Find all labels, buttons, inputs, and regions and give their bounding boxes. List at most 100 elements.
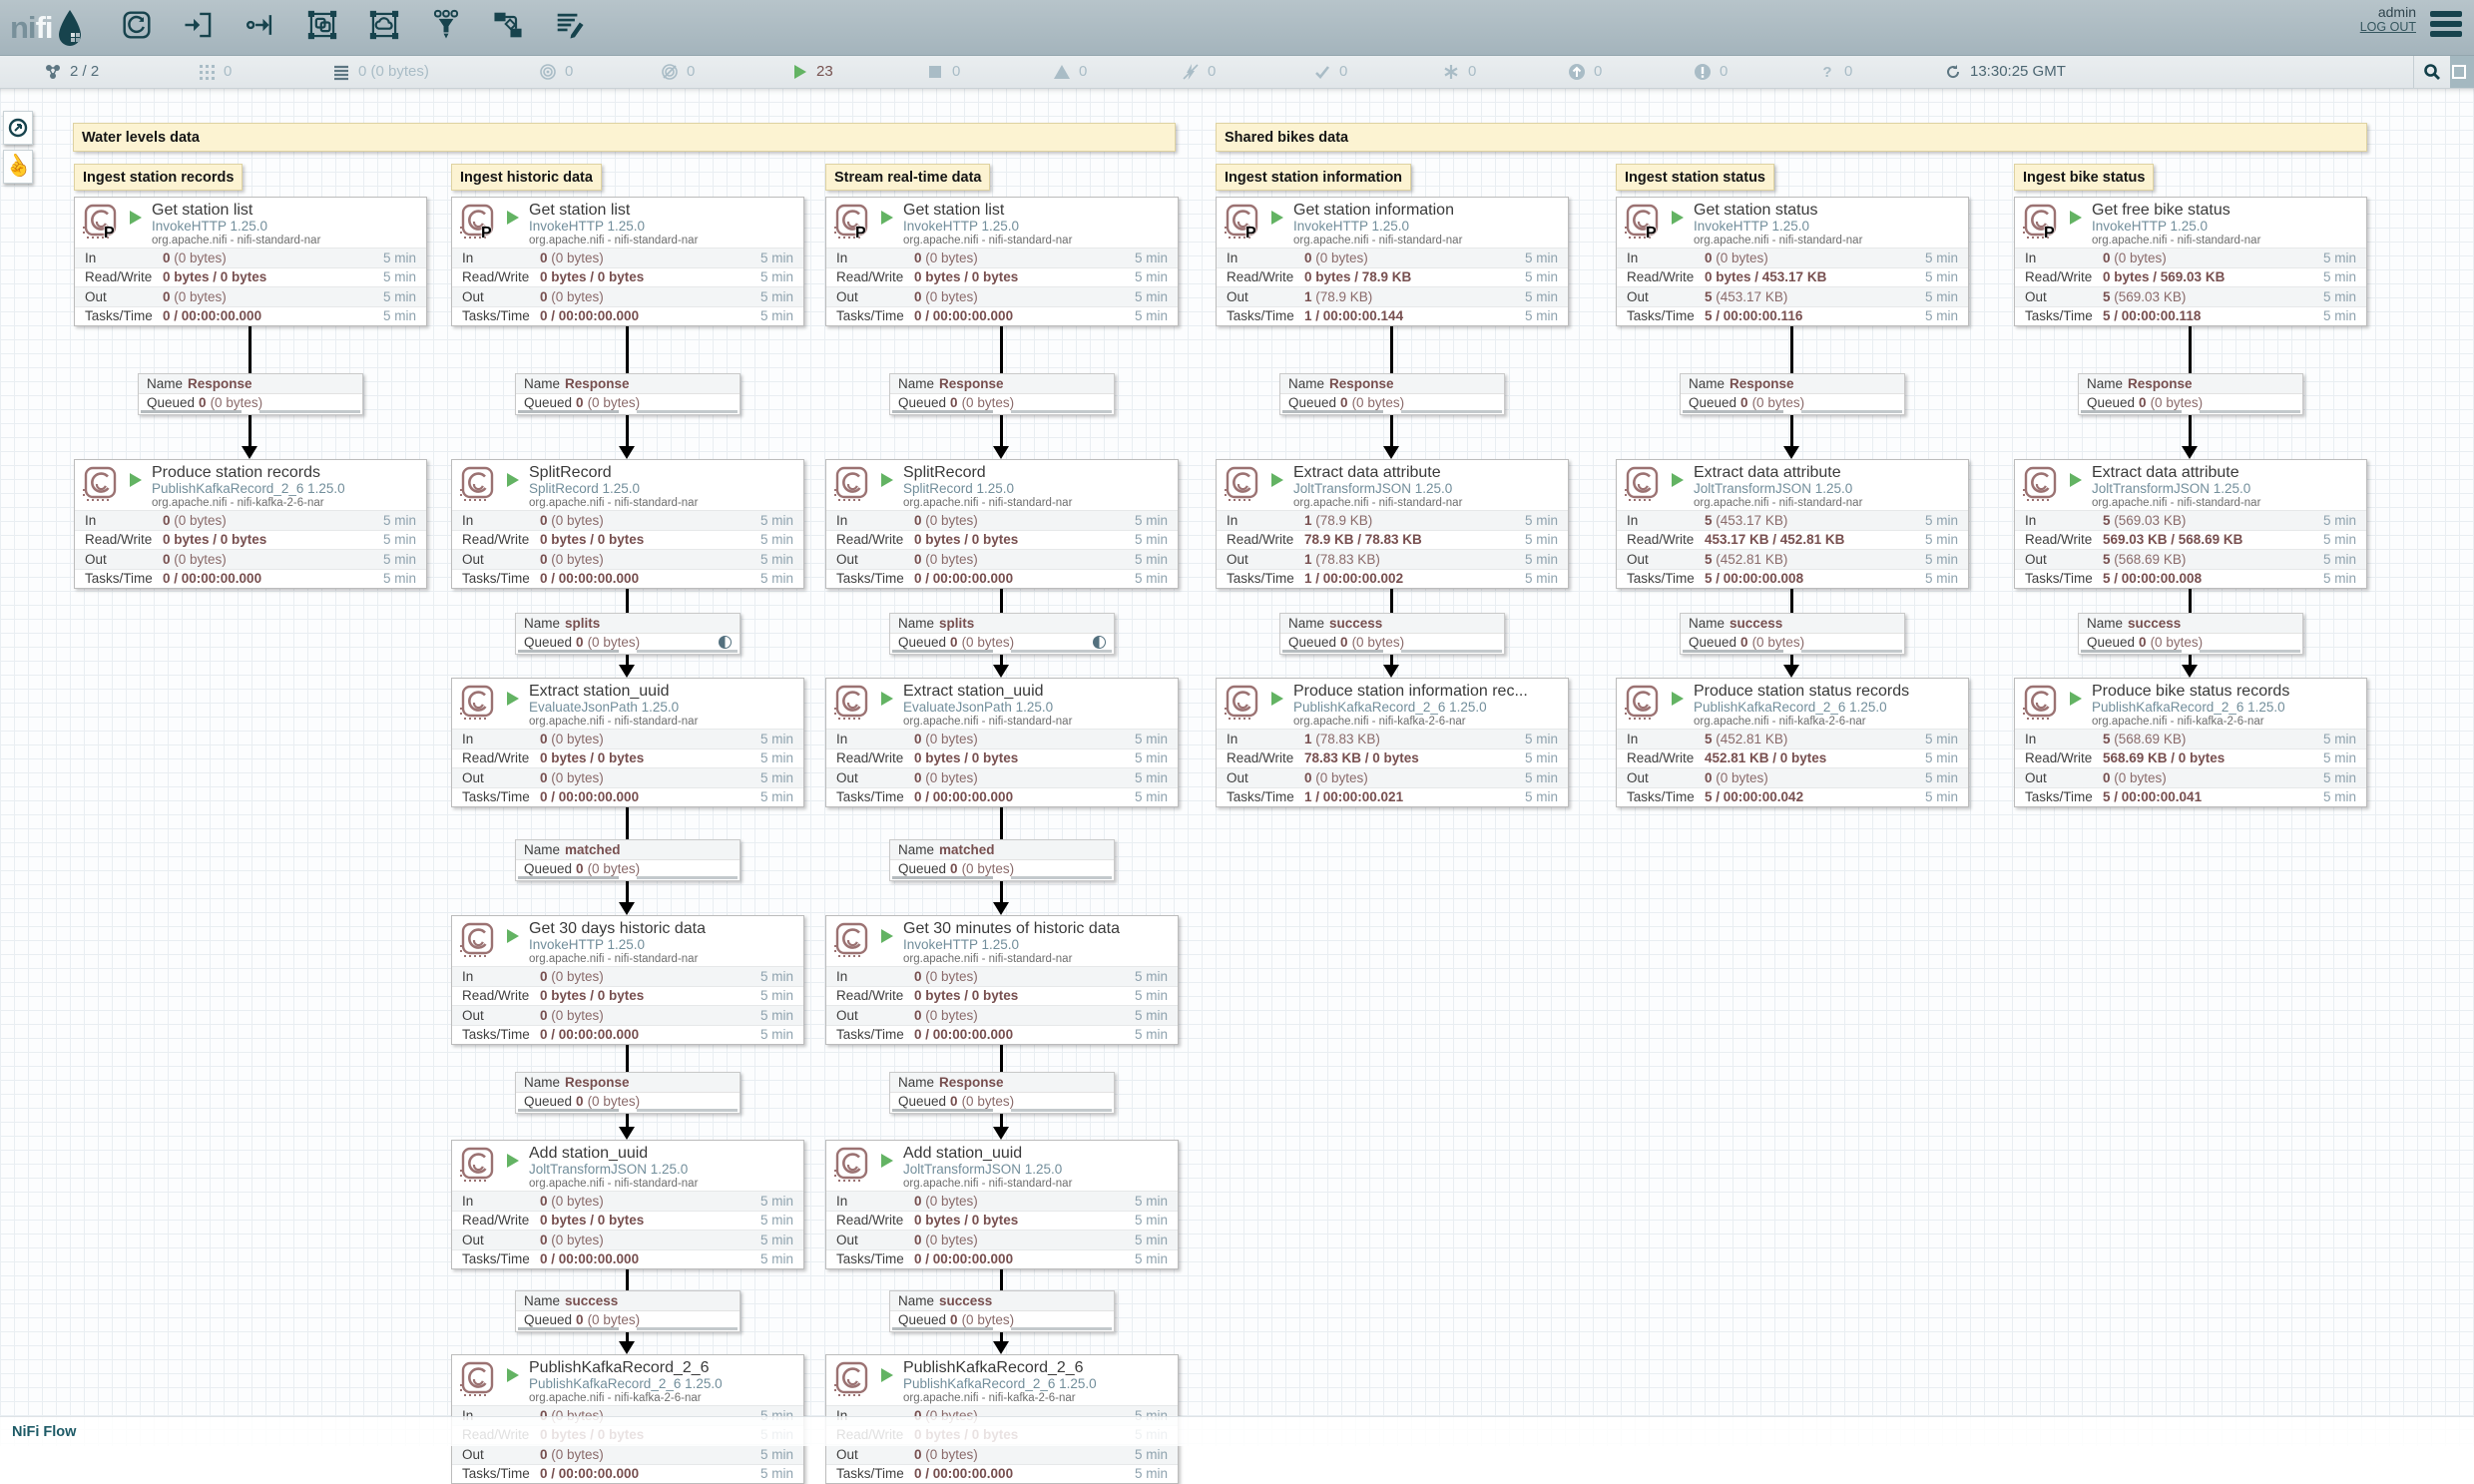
breadcrumb[interactable]: NiFi Flow <box>12 1424 76 1440</box>
queued-label: Queued <box>898 1312 946 1327</box>
connection-label[interactable]: NamesuccessQueued0(0 bytes) <box>2078 613 2303 655</box>
stat-value-rest: (0 bytes) <box>1716 770 1768 785</box>
stat-value: 0 bytes / 0 bytes <box>540 269 760 284</box>
flow-canvas[interactable]: Water levels data Shared bikes data Ingest… <box>0 88 2474 1446</box>
group-label[interactable]: Water levels data <box>73 123 1176 152</box>
connection-label[interactable]: NameResponseQueued0(0 bytes) <box>1680 373 1905 415</box>
stat-value-rest: (0 bytes) <box>174 250 227 265</box>
processor[interactable]: Produce station information rec...Publis… <box>1216 678 1569 807</box>
queue-count-bar <box>518 410 619 413</box>
toolbar-funnel-button[interactable] <box>427 8 465 46</box>
connection-name-label: Name <box>147 376 183 391</box>
processor[interactable]: Add station_uuidJoltTransformJSON 1.25.0… <box>451 1140 804 1269</box>
processor[interactable]: Get 30 minutes of historic dataInvokeHTT… <box>825 915 1179 1045</box>
connection-label[interactable]: NameResponseQueued0(0 bytes) <box>138 373 363 415</box>
processor[interactable]: SplitRecordSplitRecord 1.25.0org.apache.… <box>451 459 804 589</box>
connection-label[interactable]: NamematchedQueued0(0 bytes) <box>889 839 1115 881</box>
refresh-status[interactable]: 13:30:25 GMT <box>1944 55 2066 88</box>
column-label[interactable]: Ingest historic data <box>451 164 602 191</box>
column-label[interactable]: Ingest station status <box>1616 164 1774 191</box>
connection-label[interactable]: NamesplitsQueued0(0 bytes) <box>515 613 741 655</box>
birdseye-toggle[interactable] <box>2450 55 2474 88</box>
stat-value: 0 bytes / 0 bytes <box>914 988 1135 1003</box>
toolbar-remote-process-group-button[interactable] <box>365 8 403 46</box>
run-status-icon <box>507 1154 519 1168</box>
processor[interactable]: Extract data attributeJoltTransformJSON … <box>1216 459 1569 589</box>
queue-count-bar <box>518 1327 619 1330</box>
column-label[interactable]: Stream real-time data <box>825 164 990 191</box>
stat-label: Read/Write <box>2025 750 2103 765</box>
stat-value: 0 (0 bytes) <box>914 513 1135 528</box>
stat-window: 5 min <box>2323 250 2356 265</box>
connection-label[interactable]: NameResponseQueued0(0 bytes) <box>515 1072 741 1114</box>
processor[interactable]: Get 30 days historic dataInvokeHTTP 1.25… <box>451 915 804 1045</box>
connection-label[interactable]: NameResponseQueued0(0 bytes) <box>515 373 741 415</box>
stat-value-rest: (78.9 KB) <box>1315 513 1372 528</box>
toolbar-input-port-button[interactable] <box>180 8 218 46</box>
toolbar-processor-button[interactable] <box>118 8 156 46</box>
processor[interactable]: PGet station listInvokeHTTP 1.25.0org.ap… <box>451 197 804 326</box>
column-label[interactable]: Ingest station records <box>74 164 243 191</box>
navigate-palette-button[interactable] <box>3 111 33 145</box>
group-label[interactable]: Shared bikes data <box>1216 123 2367 152</box>
connection-name-value: matched <box>565 842 621 857</box>
stat-window: 5 min <box>383 308 416 323</box>
logout-link[interactable]: LOG OUT <box>2360 20 2416 35</box>
connection-name-value: success <box>939 1293 992 1308</box>
toolbar-output-port-button[interactable] <box>242 8 279 46</box>
processor[interactable]: Produce station status recordsPublishKaf… <box>1616 678 1969 807</box>
processor[interactable]: Produce bike status recordsPublishKafkaR… <box>2014 678 2367 807</box>
processor[interactable]: Extract station_uuidEvaluateJsonPath 1.2… <box>451 678 804 807</box>
connection-label[interactable]: NamesuccessQueued0(0 bytes) <box>1279 613 1505 655</box>
connection-label[interactable]: NamematchedQueued0(0 bytes) <box>515 839 741 881</box>
stat-window: 5 min <box>1135 1008 1168 1023</box>
connection-label[interactable]: NamesplitsQueued0(0 bytes) <box>889 613 1115 655</box>
processor[interactable]: PGet station listInvokeHTTP 1.25.0org.ap… <box>825 197 1179 326</box>
search-button[interactable] <box>2413 55 2450 88</box>
toolbar-template-button[interactable] <box>489 8 527 46</box>
stat-row-out: Out0 (0 bytes)5 min <box>452 767 803 787</box>
connection-label[interactable]: NameResponseQueued0(0 bytes) <box>889 373 1115 415</box>
processor-title: Produce station records <box>152 464 422 481</box>
processor[interactable]: PGet station informationInvokeHTTP 1.25.… <box>1216 197 1569 326</box>
stat-row-in: In0 (0 bytes)5 min <box>75 247 426 267</box>
stat-window: 5 min <box>1135 789 1168 804</box>
stat-value-bold: 0 <box>540 250 548 265</box>
queued-count: 0 <box>1740 395 1748 410</box>
refresh-icon[interactable] <box>1944 63 1962 81</box>
stat-value-bold: 0 <box>914 1194 922 1209</box>
operate-palette-button[interactable]: ☝ <box>3 150 33 184</box>
connection-label[interactable]: NameResponseQueued0(0 bytes) <box>1279 373 1505 415</box>
connection-label[interactable]: NameResponseQueued0(0 bytes) <box>2078 373 2303 415</box>
run-status-icon <box>881 929 893 943</box>
processor[interactable]: PGet station statusInvokeHTTP 1.25.0org.… <box>1616 197 1969 326</box>
queue-count-bar <box>2081 410 2182 413</box>
connection-label[interactable]: NamesuccessQueued0(0 bytes) <box>889 1290 1115 1332</box>
toolbar-process-group-button[interactable] <box>303 8 341 46</box>
queue-percent-bars <box>890 650 1114 653</box>
toolbar-label-button[interactable] <box>551 8 589 46</box>
column-label[interactable]: Ingest station information <box>1216 164 1411 191</box>
processor-title: Produce station status records <box>1694 683 1964 700</box>
stat-value-bold: 0 / 00:00:00.000 <box>540 571 639 586</box>
queued-size: (0 bytes) <box>211 395 263 410</box>
processor[interactable]: Add station_uuidJoltTransformJSON 1.25.0… <box>825 1140 1179 1269</box>
connection-label[interactable]: NameResponseQueued0(0 bytes) <box>889 1072 1115 1114</box>
stat-value-bold: 0 bytes / 0 bytes <box>914 750 1018 765</box>
queue-percent-bars <box>516 876 740 879</box>
processor[interactable]: PGet free bike statusInvokeHTTP 1.25.0or… <box>2014 197 2367 326</box>
processor[interactable]: SplitRecordSplitRecord 1.25.0org.apache.… <box>825 459 1179 589</box>
input-port-icon <box>183 9 215 46</box>
processor[interactable]: PGet station listInvokeHTTP 1.25.0org.ap… <box>74 197 427 326</box>
global-menu-button[interactable] <box>2430 11 2462 37</box>
column-label[interactable]: Ingest bike status <box>2014 164 2154 191</box>
connection-arrowhead-icon <box>1783 446 1799 459</box>
processor[interactable]: Produce station recordsPublishKafkaRecor… <box>74 459 427 589</box>
processor[interactable]: Extract data attributeJoltTransformJSON … <box>2014 459 2367 589</box>
processor-title: SplitRecord <box>529 464 799 481</box>
processor[interactable]: Extract data attributeJoltTransformJSON … <box>1616 459 1969 589</box>
processor[interactable]: Extract station_uuidEvaluateJsonPath 1.2… <box>825 678 1179 807</box>
processor-header: PublishKafkaRecord_2_6PublishKafkaRecord… <box>452 1355 803 1405</box>
connection-label[interactable]: NamesuccessQueued0(0 bytes) <box>1680 613 1905 655</box>
connection-label[interactable]: NamesuccessQueued0(0 bytes) <box>515 1290 741 1332</box>
